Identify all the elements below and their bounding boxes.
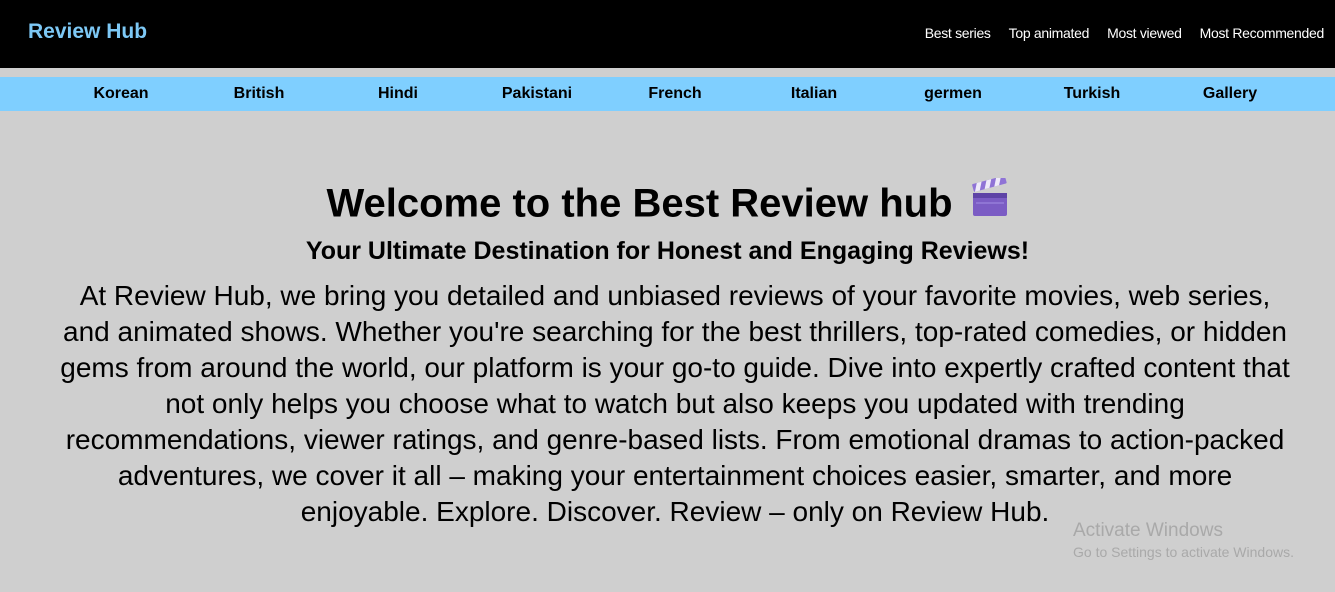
- category-turkish[interactable]: Turkish: [1064, 85, 1121, 103]
- nav-link-most-recommended[interactable]: Most Recommended: [1200, 25, 1325, 41]
- category-gallery[interactable]: Gallery: [1203, 85, 1257, 103]
- brand-logo[interactable]: Review Hub: [28, 20, 147, 44]
- category-navbar: Korean British Hindi Pakistani French It…: [0, 77, 1335, 111]
- nav-link-top-animated[interactable]: Top animated: [1009, 25, 1090, 41]
- top-navbar: Review Hub Best series Top animated Most…: [0, 0, 1335, 68]
- category-pakistani[interactable]: Pakistani: [502, 85, 572, 103]
- nav-link-best-series[interactable]: Best series: [925, 25, 991, 41]
- category-germen[interactable]: germen: [924, 85, 982, 103]
- nav-link-most-viewed[interactable]: Most viewed: [1107, 25, 1182, 41]
- category-hindi[interactable]: Hindi: [378, 85, 418, 103]
- page-title-text: Welcome to the Best Review hub: [326, 181, 953, 226]
- divider-strip: [0, 68, 1335, 77]
- intro-paragraph: At Review Hub, we bring you detailed and…: [60, 280, 1290, 527]
- category-italian[interactable]: Italian: [791, 85, 837, 103]
- page-title: Welcome to the Best Review hub: [0, 175, 1335, 231]
- category-british[interactable]: British: [234, 85, 285, 103]
- clapperboard-icon: [971, 175, 1009, 228]
- page-subtitle: Your Ultimate Destination for Honest and…: [305, 237, 1030, 265]
- category-korean[interactable]: Korean: [93, 85, 148, 103]
- category-french[interactable]: French: [648, 85, 701, 103]
- hero-section: Welcome to the Best Review hub Your Ulti…: [0, 111, 1335, 592]
- top-nav-links: Best series Top animated Most viewed Mos…: [907, 25, 1325, 41]
